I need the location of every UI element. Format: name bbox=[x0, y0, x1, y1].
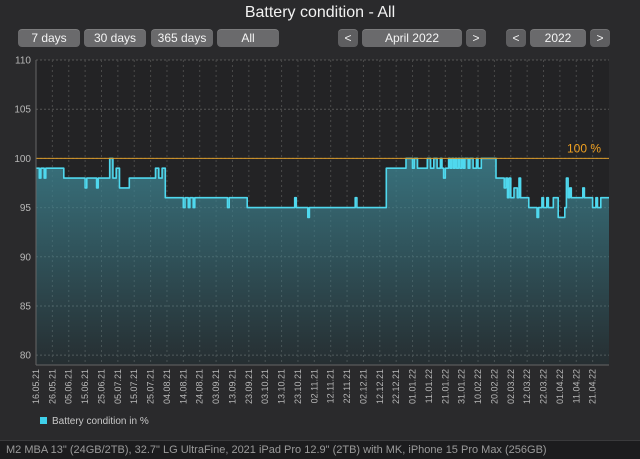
x-tick-label: 22.12.21 bbox=[391, 369, 401, 404]
month-label[interactable]: April 2022 bbox=[362, 29, 462, 47]
x-tick-label: 15.06.21 bbox=[80, 369, 90, 404]
y-tick-label: 85 bbox=[20, 301, 32, 312]
y-tick-label: 90 bbox=[20, 252, 32, 263]
x-tick-label: 23.09.21 bbox=[244, 369, 254, 404]
legend-label: Battery condition in % bbox=[52, 416, 149, 427]
x-tick-label: 22.11.21 bbox=[342, 369, 352, 403]
reference-line-label: 100 % bbox=[567, 141, 601, 155]
battery-window: Battery condition - All 7 days 30 days 3… bbox=[0, 0, 640, 441]
x-tick-label: 25.07.21 bbox=[146, 369, 156, 404]
x-tick-label: 02.11.21 bbox=[309, 369, 319, 403]
window-title: Battery condition - All bbox=[244, 4, 396, 21]
year-next-button[interactable]: > bbox=[590, 29, 610, 47]
x-tick-label: 31.01.22 bbox=[457, 369, 467, 404]
x-tick-label: 14.08.21 bbox=[178, 369, 188, 404]
x-tick-label: 12.11.21 bbox=[326, 369, 336, 403]
x-tick-label: 02.12.21 bbox=[358, 369, 368, 404]
range-365-days-button[interactable]: 365 days bbox=[151, 29, 213, 47]
x-tick-label: 03.09.21 bbox=[211, 369, 221, 404]
x-tick-label: 02.03.22 bbox=[506, 369, 516, 404]
x-tick-label: 25.06.21 bbox=[96, 369, 106, 404]
x-tick-label: 21.04.22 bbox=[588, 369, 598, 404]
x-tick-label: 26.05.21 bbox=[47, 369, 57, 404]
legend-swatch bbox=[40, 417, 47, 424]
x-tick-label: 20.02.22 bbox=[489, 369, 499, 404]
device-footer: M2 MBA 13" (24GB/2TB), 32.7" LG UltraFin… bbox=[0, 441, 640, 459]
x-tick-label: 12.12.21 bbox=[375, 369, 385, 404]
x-tick-label: 24.08.21 bbox=[195, 369, 205, 404]
year-prev-button[interactable]: < bbox=[506, 29, 526, 47]
y-tick-label: 80 bbox=[20, 351, 32, 362]
range-all-button[interactable]: All bbox=[217, 29, 279, 47]
range-7-days-button[interactable]: 7 days bbox=[18, 29, 80, 47]
month-next-button[interactable]: > bbox=[466, 29, 486, 47]
x-tick-label: 21.01.22 bbox=[440, 369, 450, 404]
x-tick-label: 05.07.21 bbox=[113, 369, 123, 404]
x-tick-label: 12.03.22 bbox=[522, 369, 532, 404]
x-tick-label: 10.02.22 bbox=[473, 369, 483, 404]
y-tick-label: 100 bbox=[14, 154, 31, 165]
y-tick-label: 95 bbox=[20, 203, 32, 214]
y-tick-label: 110 bbox=[15, 56, 31, 67]
x-tick-label: 03.10.21 bbox=[260, 369, 270, 404]
x-tick-label: 13.10.21 bbox=[277, 369, 287, 404]
range-30-days-button[interactable]: 30 days bbox=[84, 29, 146, 47]
battery-chart: 80 85 90 95 100 105 110 16.05.21 26.05.21 05.06.2… bbox=[0, 52, 640, 440]
x-tick-label: 05.06.21 bbox=[64, 369, 74, 404]
x-tick-label: 01.04.22 bbox=[555, 369, 565, 404]
y-tick-label: 105 bbox=[14, 105, 31, 116]
x-tick-label: 22.03.22 bbox=[539, 369, 549, 404]
x-tick-label: 01.01.22 bbox=[408, 369, 418, 404]
x-tick-label: 11.04.22 bbox=[571, 369, 581, 403]
x-tick-label: 16.05.21 bbox=[31, 369, 41, 404]
chart-svg: 80 85 90 95 100 105 110 16.05.21 26.05.21 05.06.2… bbox=[14, 56, 609, 427]
x-tick-label: 11.01.22 bbox=[424, 369, 434, 403]
month-prev-button[interactable]: < bbox=[338, 29, 358, 47]
x-tick-label: 13.09.21 bbox=[227, 369, 237, 404]
year-label[interactable]: 2022 bbox=[530, 29, 586, 47]
x-tick-label: 23.10.21 bbox=[293, 369, 303, 404]
x-tick-label: 04.08.21 bbox=[162, 369, 172, 404]
x-tick-label: 15.07.21 bbox=[129, 369, 139, 404]
